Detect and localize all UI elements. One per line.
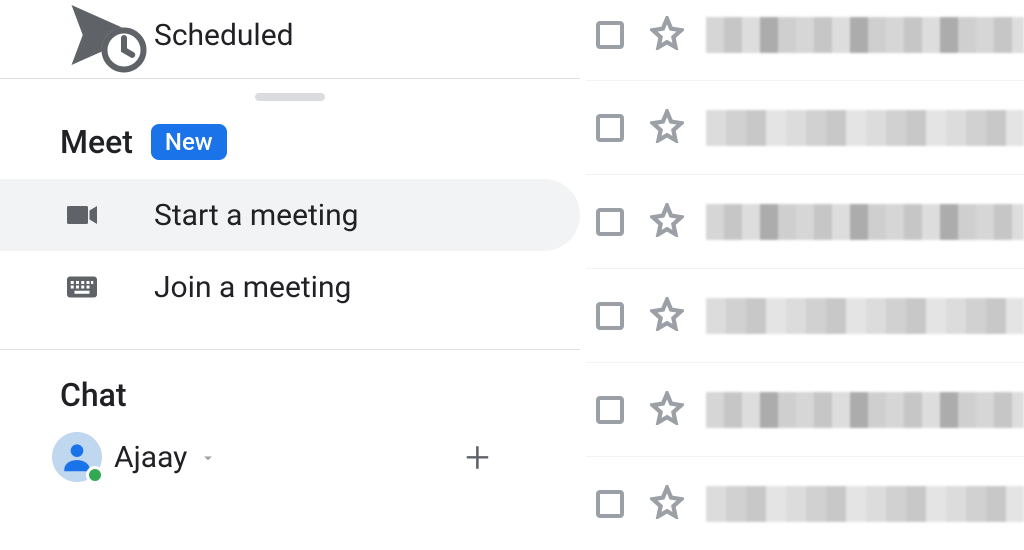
select-checkbox[interactable] <box>596 396 624 424</box>
presence-indicator <box>86 466 104 484</box>
join-meeting-button[interactable]: Join a meeting <box>0 251 580 323</box>
video-camera-icon <box>64 197 154 233</box>
mail-row[interactable] <box>586 456 1024 550</box>
chevron-down-icon[interactable] <box>199 440 217 475</box>
section-drag-handle[interactable] <box>255 93 325 101</box>
mail-row[interactable] <box>586 0 1024 70</box>
select-checkbox[interactable] <box>596 21 624 49</box>
chat-section-header: Chat <box>0 376 580 414</box>
scheduled-icon <box>64 0 154 80</box>
mail-row[interactable] <box>586 362 1024 456</box>
select-checkbox[interactable] <box>596 208 624 236</box>
star-icon[interactable] <box>650 391 684 429</box>
star-icon[interactable] <box>650 109 684 147</box>
redacted-content <box>706 204 1024 240</box>
start-meeting-button[interactable]: Start a meeting <box>0 179 580 251</box>
meet-section-header: Meet New <box>0 123 580 161</box>
redacted-content <box>706 486 1024 522</box>
mail-list <box>580 0 1024 534</box>
mail-row[interactable] <box>586 268 1024 362</box>
new-chat-button[interactable]: + <box>465 435 490 479</box>
chat-user-row[interactable]: Ajaay + <box>0 432 580 482</box>
mail-row[interactable] <box>586 174 1024 268</box>
star-icon[interactable] <box>650 297 684 335</box>
chat-title: Chat <box>60 376 127 414</box>
nav-scheduled[interactable]: Scheduled <box>0 0 580 70</box>
keyboard-icon <box>64 269 154 305</box>
mail-row[interactable] <box>586 80 1024 174</box>
redacted-content <box>706 298 1024 334</box>
nav-scheduled-label: Scheduled <box>154 18 294 53</box>
avatar <box>52 432 102 482</box>
star-icon[interactable] <box>650 16 684 54</box>
chat-user-name: Ajaay <box>114 440 187 475</box>
redacted-content <box>706 110 1024 146</box>
redacted-content <box>706 392 1024 428</box>
select-checkbox[interactable] <box>596 114 624 142</box>
join-meeting-label: Join a meeting <box>154 270 351 305</box>
start-meeting-label: Start a meeting <box>154 198 359 233</box>
meet-title: Meet <box>60 123 133 161</box>
star-icon[interactable] <box>650 485 684 523</box>
redacted-content <box>706 17 1024 53</box>
divider <box>0 349 580 350</box>
sidebar: Scheduled Meet New Start a meeting Join … <box>0 0 580 534</box>
star-icon[interactable] <box>650 203 684 241</box>
select-checkbox[interactable] <box>596 490 624 518</box>
select-checkbox[interactable] <box>596 302 624 330</box>
new-badge: New <box>151 124 227 160</box>
